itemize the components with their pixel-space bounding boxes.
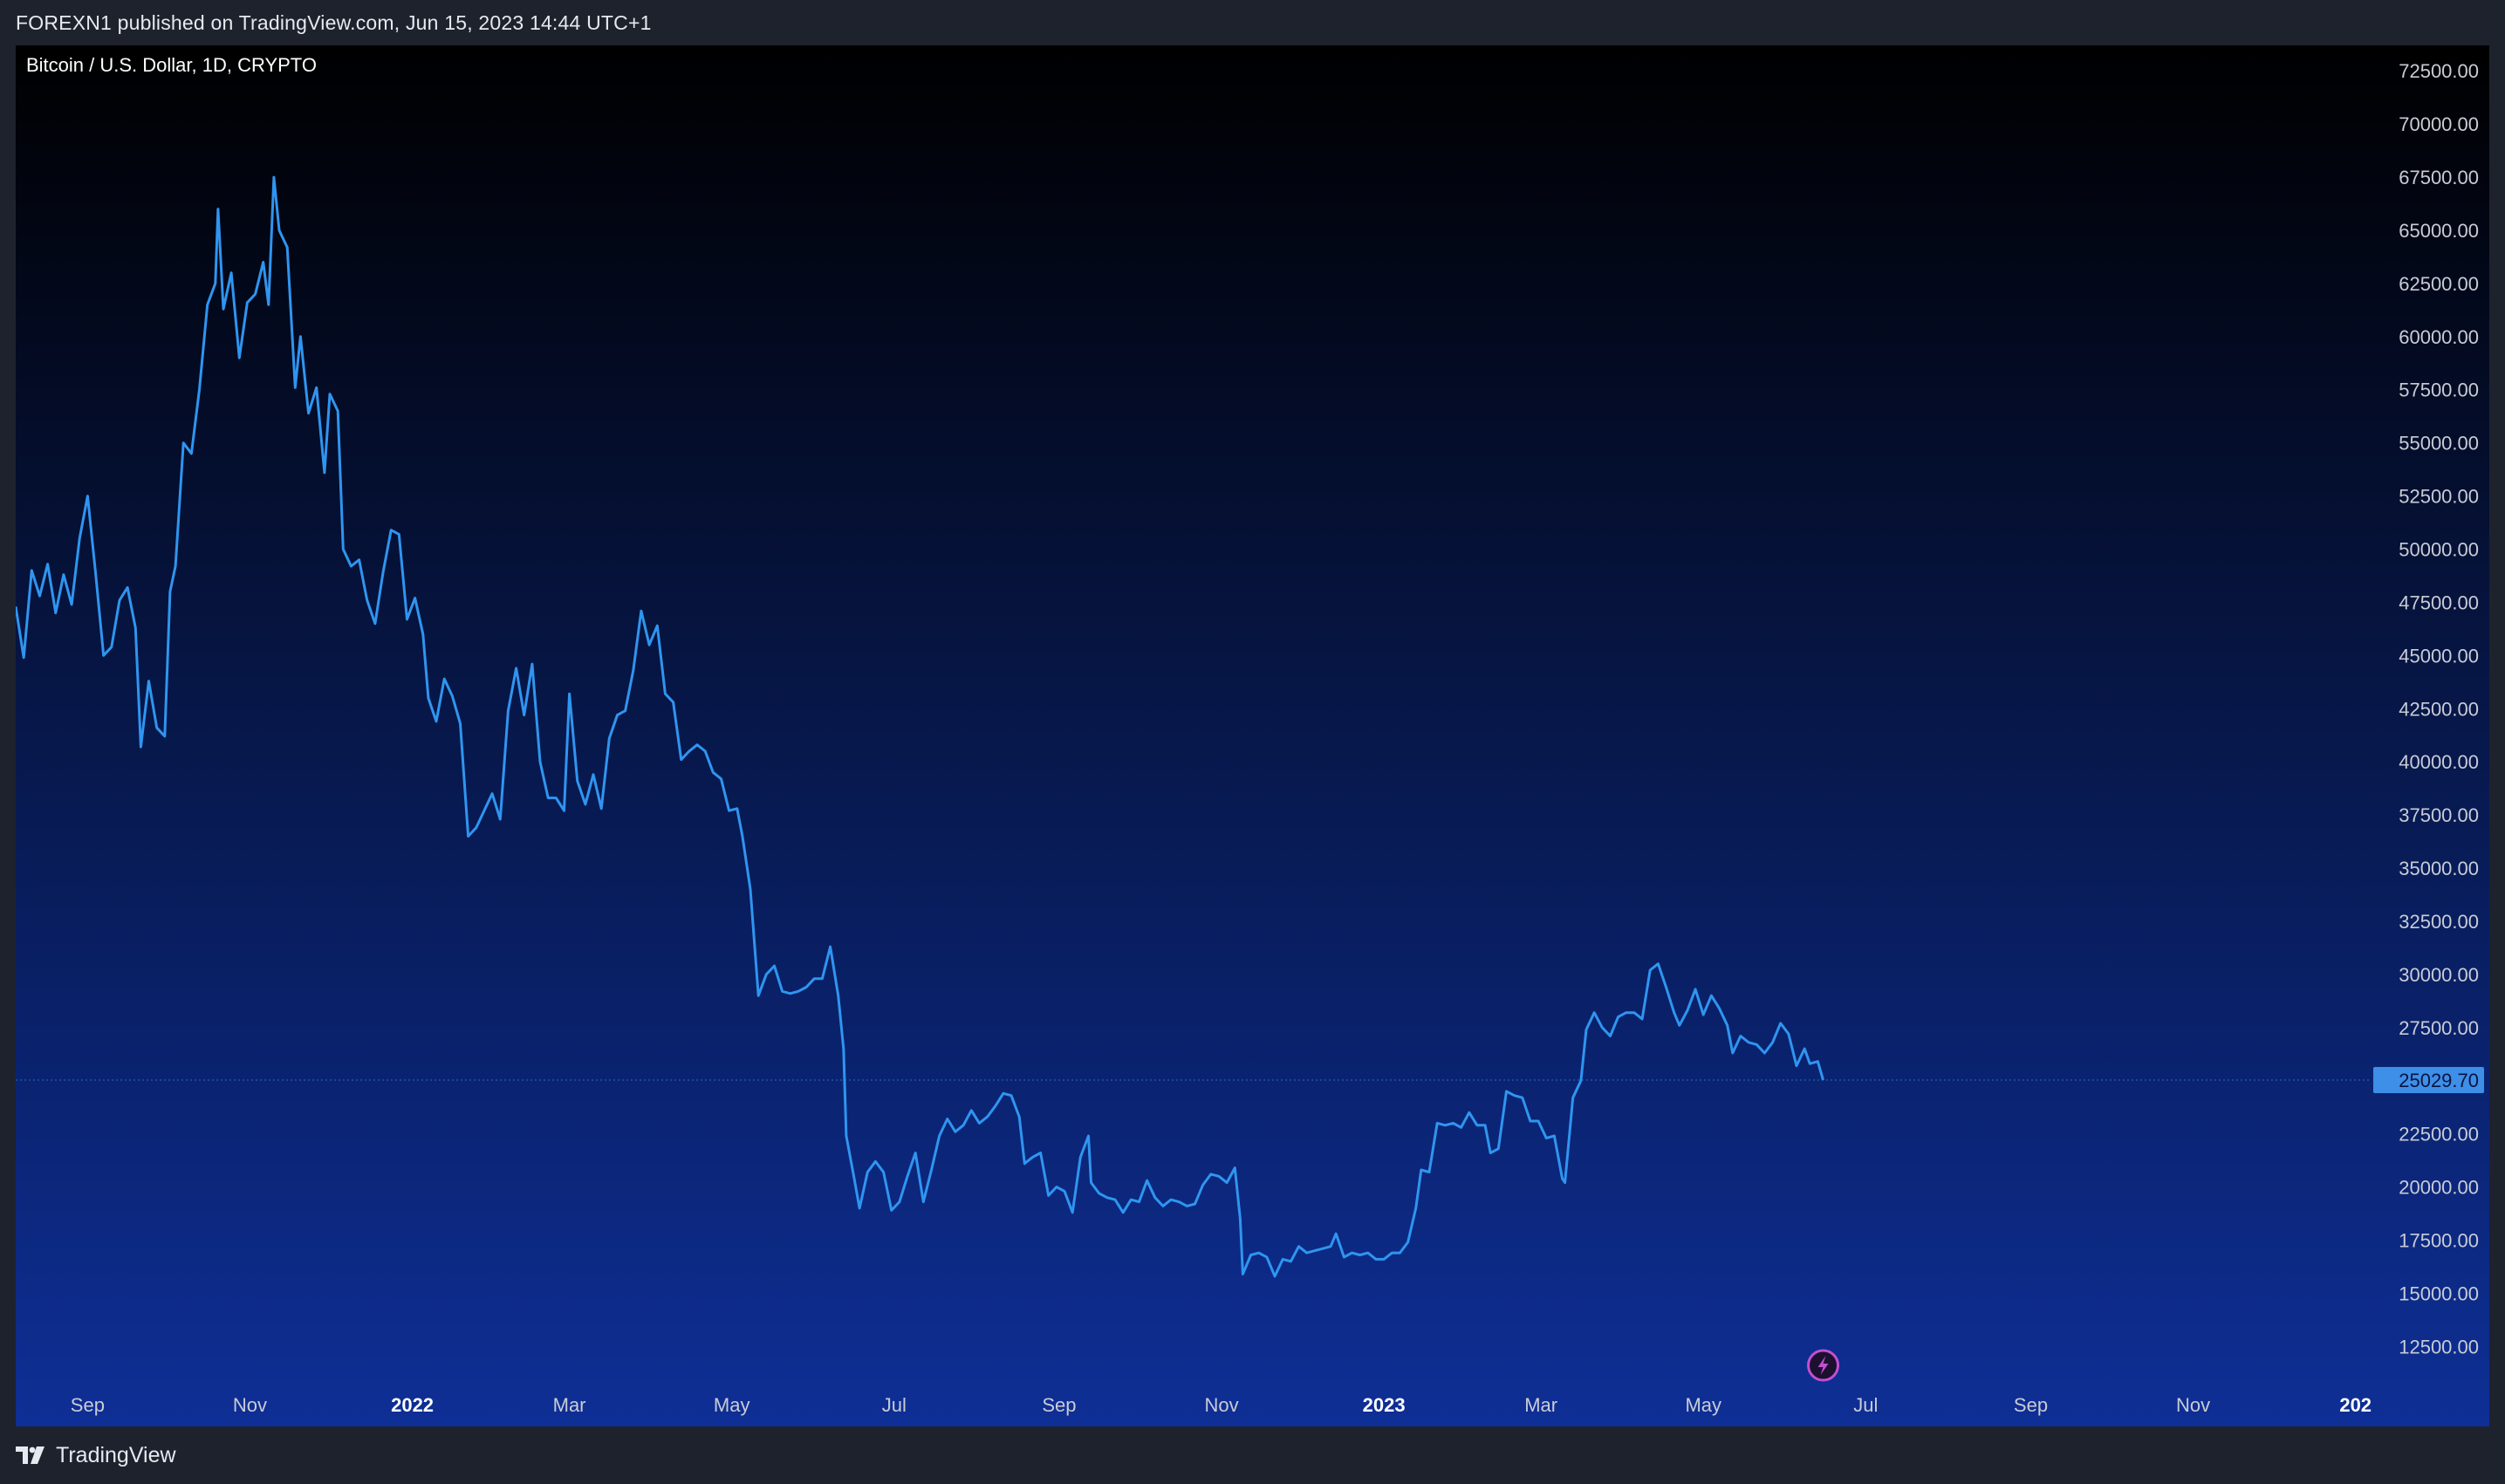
price-tick-label: 60000.00 — [2399, 326, 2479, 348]
price-tick-label: 32500.00 — [2399, 911, 2479, 933]
time-tick-label: Jul — [1853, 1394, 1878, 1416]
price-tick-label: 17500.00 — [2399, 1229, 2479, 1251]
price-tick-label: 62500.00 — [2399, 273, 2479, 295]
tradingview-logo-icon — [16, 1446, 44, 1464]
lightning-alert-icon[interactable] — [1807, 1349, 1840, 1382]
footer-bar: TradingView — [0, 1426, 2505, 1484]
price-tick-label: 67500.00 — [2399, 167, 2479, 188]
price-tick-label: 47500.00 — [2399, 592, 2479, 613]
publish-info-text: FOREXN1 published on TradingView.com, Ju… — [16, 10, 652, 34]
price-tick-label: 72500.00 — [2399, 60, 2479, 82]
tradingview-brand[interactable]: TradingView — [16, 1443, 176, 1468]
price-tick-label: 20000.00 — [2399, 1177, 2479, 1199]
price-tick-label: 45000.00 — [2399, 645, 2479, 667]
tradingview-brand-text: TradingView — [56, 1442, 176, 1467]
time-tick-label: Sep — [71, 1394, 105, 1416]
time-tick-label: Sep — [1042, 1394, 1076, 1416]
time-tick-label: 202 — [2339, 1394, 2372, 1416]
chart-area[interactable]: 12500.00 15000.00 17500.00 20000.00 22500.00… — [16, 45, 2489, 1426]
price-tick-label: 27500.00 — [2399, 1017, 2479, 1039]
time-axis[interactable]: Sep Nov 2022 Mar May Jul Sep Nov 2023 Mar May Jul Se… — [71, 1394, 2372, 1416]
price-tick-label: 12500.00 — [2399, 1336, 2479, 1357]
time-tick-label: May — [1685, 1394, 1721, 1416]
time-tick-label: Nov — [2176, 1394, 2210, 1416]
symbol-title: Bitcoin / U.S. Dollar, 1D, CRYPTO — [26, 54, 317, 76]
time-tick-label: Mar — [1524, 1394, 1557, 1416]
last-price-value: 25029.70 — [2399, 1070, 2479, 1091]
price-tick-label: 22500.00 — [2399, 1124, 2479, 1145]
time-tick-label: Nov — [1204, 1394, 1238, 1416]
time-tick-label: 2023 — [1363, 1394, 1406, 1416]
chart-background — [16, 45, 2489, 1426]
price-tick-label: 65000.00 — [2399, 220, 2479, 242]
price-chart[interactable]: 12500.00 15000.00 17500.00 20000.00 22500.00… — [16, 45, 2489, 1426]
price-tick-label: 57500.00 — [2399, 380, 2479, 401]
price-tick-label: 40000.00 — [2399, 751, 2479, 773]
price-tick-label: 70000.00 — [2399, 113, 2479, 135]
publish-header: FOREXN1 published on TradingView.com, Ju… — [0, 0, 2505, 45]
price-tick-label: 42500.00 — [2399, 698, 2479, 720]
time-tick-label: Mar — [553, 1394, 586, 1416]
price-tick-label: 37500.00 — [2399, 804, 2479, 826]
time-tick-label: Jul — [882, 1394, 907, 1416]
price-tick-label: 50000.00 — [2399, 539, 2479, 561]
time-tick-label: Sep — [2014, 1394, 2048, 1416]
time-tick-label: 2022 — [391, 1394, 434, 1416]
price-tick-label: 30000.00 — [2399, 964, 2479, 986]
price-tick-label: 35000.00 — [2399, 858, 2479, 879]
price-tick-label: 52500.00 — [2399, 486, 2479, 508]
price-tick-label: 15000.00 — [2399, 1282, 2479, 1304]
time-tick-label: May — [714, 1394, 750, 1416]
time-tick-label: Nov — [233, 1394, 267, 1416]
last-price-label: 25029.70 — [2373, 1066, 2484, 1093]
price-tick-label: 55000.00 — [2399, 433, 2479, 455]
